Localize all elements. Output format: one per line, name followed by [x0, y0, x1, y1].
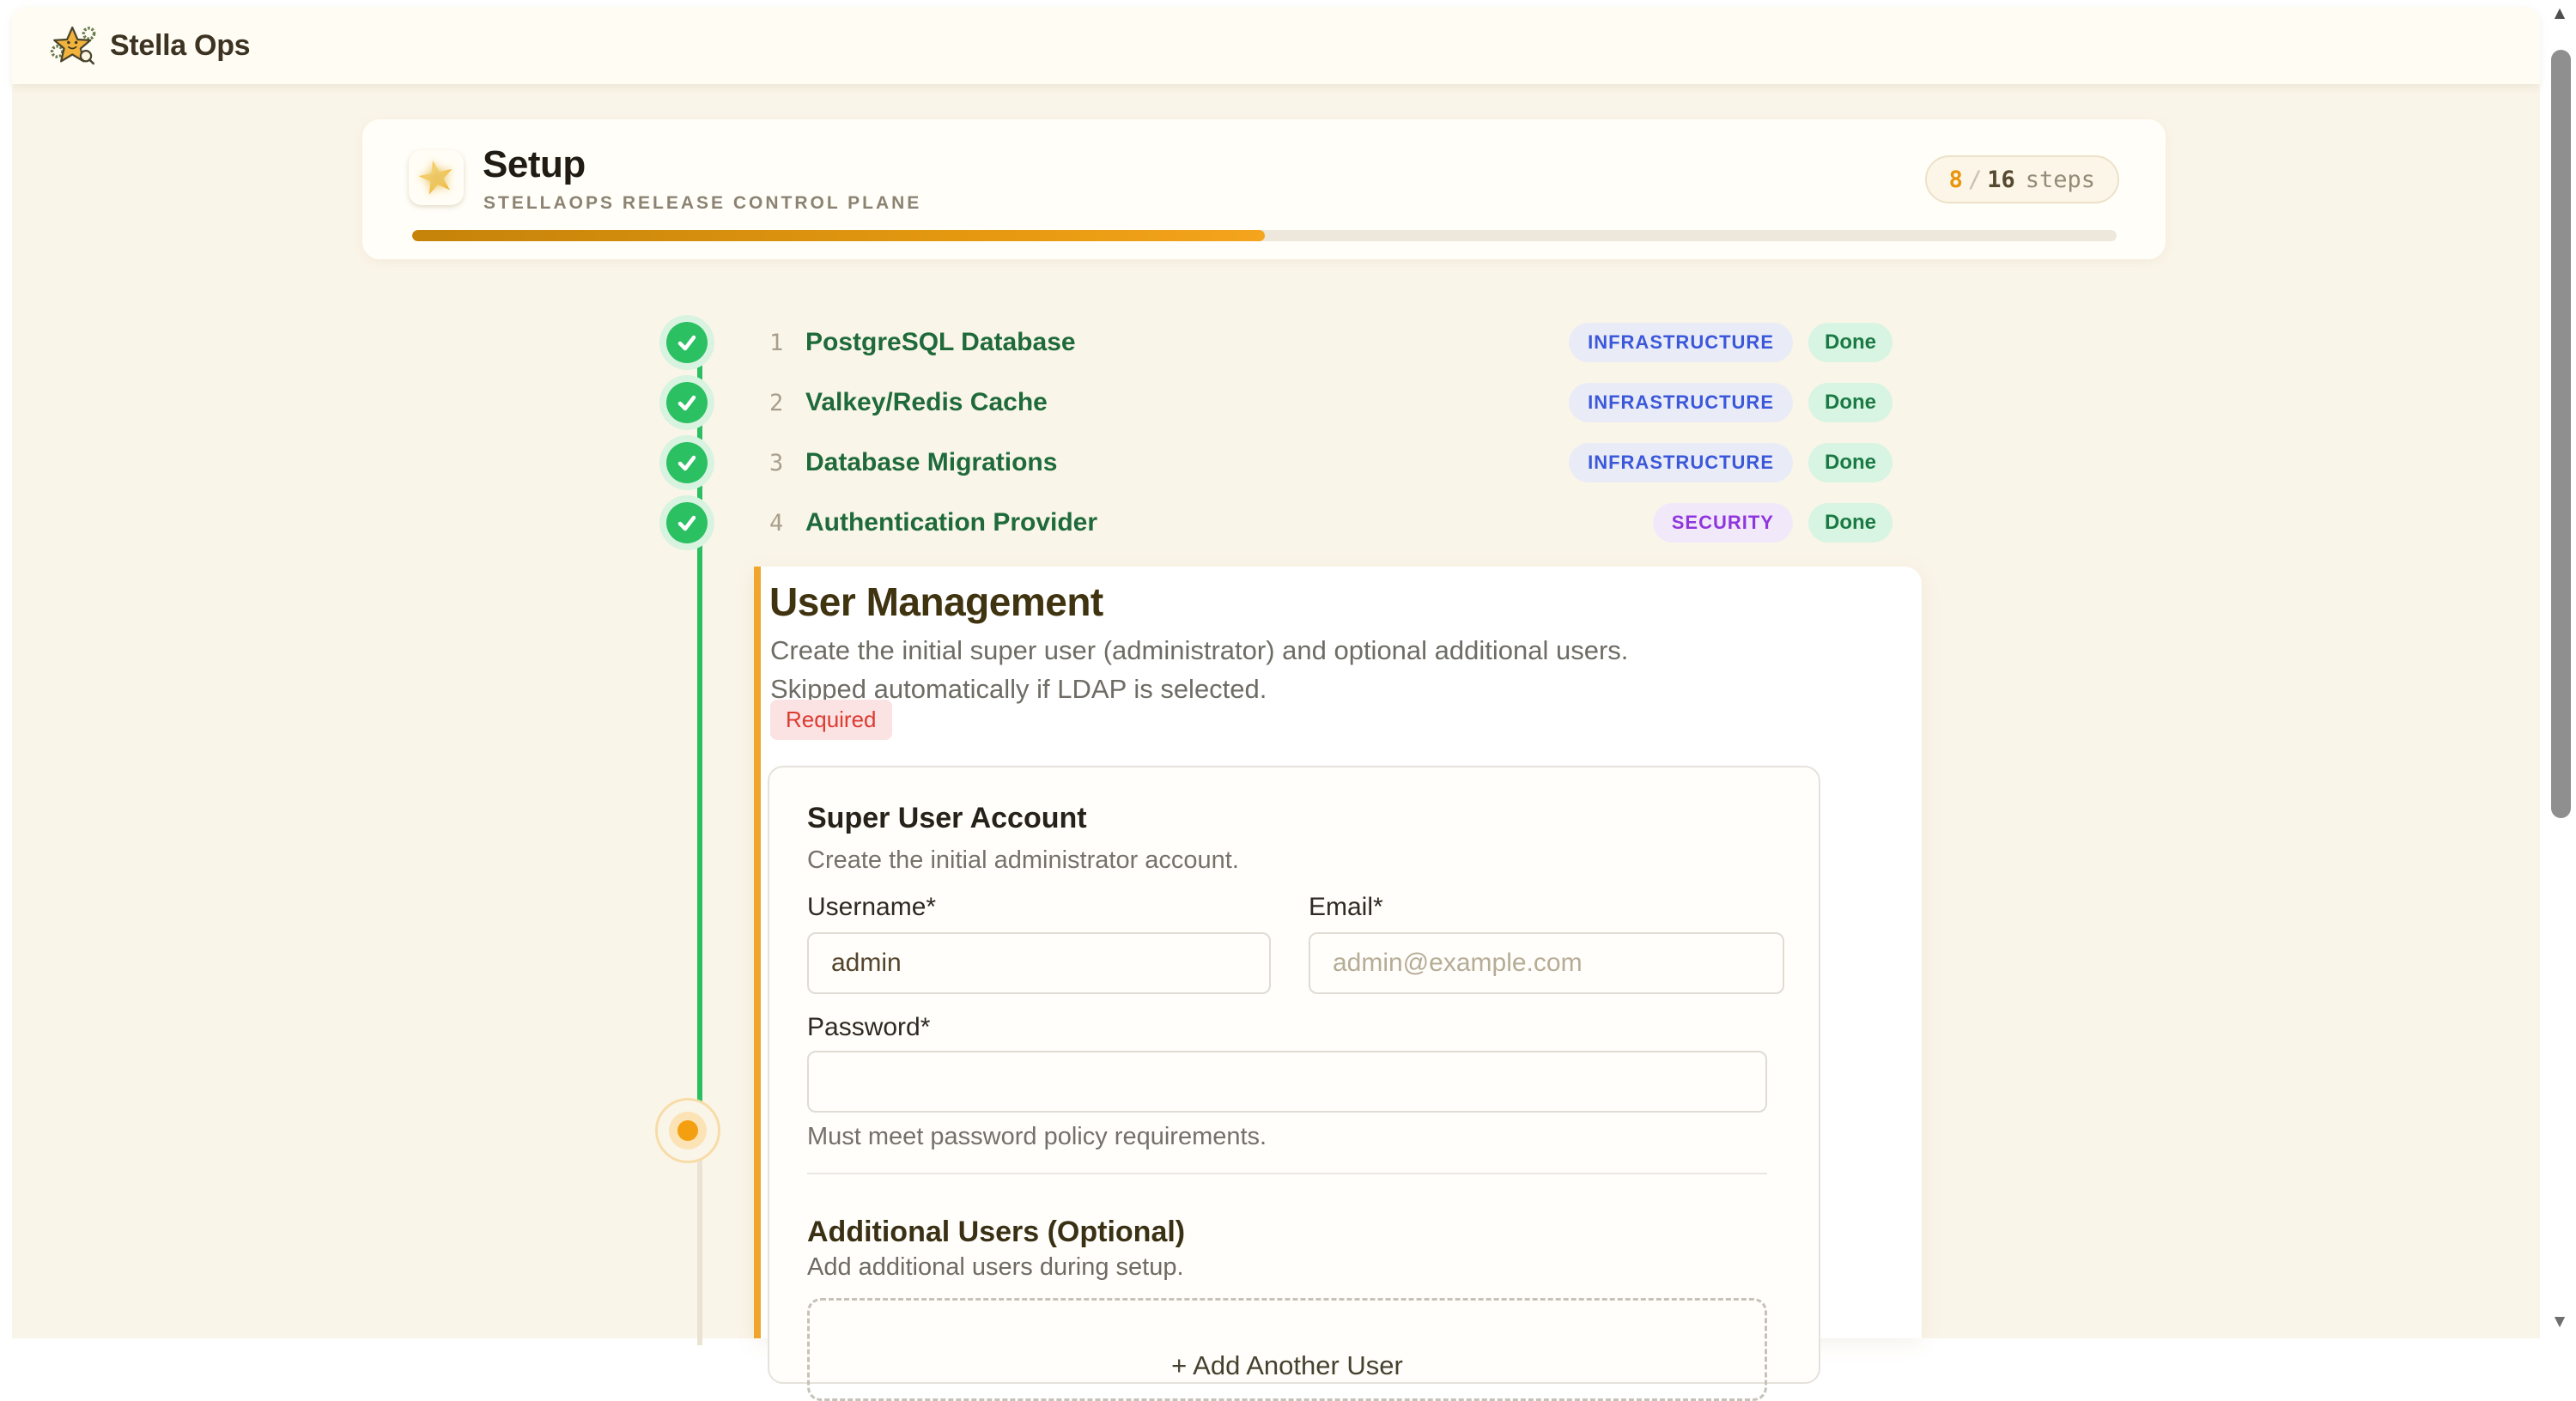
email-input[interactable] — [1309, 932, 1784, 994]
current-step-indicator-dot — [677, 1120, 698, 1141]
step-row-postgresql[interactable]: 1 PostgreSQL Database INFRASTRUCTURE Don… — [661, 317, 1898, 368]
username-label: Username* — [807, 893, 936, 922]
step-title: PostgreSQL Database — [805, 328, 1076, 357]
additional-users-title: Additional Users (Optional) — [807, 1216, 1185, 1249]
step-number: 2 — [769, 390, 795, 416]
status-badge: Done — [1808, 383, 1893, 422]
scrollbar-thumb[interactable] — [2551, 50, 2571, 818]
section-title: User Management — [769, 579, 1103, 625]
steps-done-count: 8 — [1949, 167, 1963, 193]
super-user-card: Super User Account Create the initial ad… — [768, 766, 1820, 1384]
stella-ops-star-logo-icon — [50, 24, 98, 67]
email-label: Email* — [1309, 893, 1383, 922]
category-badge: SECURITY — [1653, 503, 1793, 543]
check-circle-icon — [666, 382, 708, 423]
setup-progress-fill — [412, 230, 1265, 241]
steps-separator: / — [1968, 167, 1982, 193]
super-user-description: Create the initial administrator account… — [807, 846, 1239, 875]
section-description: Create the initial super user (administr… — [770, 632, 1732, 708]
scroll-up-arrow-icon[interactable]: ▲ — [2547, 3, 2573, 26]
section-divider — [807, 1173, 1767, 1174]
required-badge: Required — [770, 700, 892, 740]
page-title: Setup — [483, 143, 586, 186]
step-title: Authentication Provider — [805, 508, 1097, 537]
check-circle-icon — [666, 502, 708, 543]
password-input[interactable] — [807, 1051, 1767, 1113]
step-title: Valkey/Redis Cache — [805, 388, 1048, 417]
category-badge: INFRASTRUCTURE — [1569, 383, 1793, 422]
password-hint: Must meet password policy requirements. — [807, 1123, 1267, 1151]
step-row-auth-provider[interactable]: 4 Authentication Provider SECURITY Done — [661, 497, 1898, 549]
additional-users-description: Add additional users during setup. — [807, 1253, 1184, 1282]
setup-progress-bar — [412, 230, 2117, 241]
gold-star-icon: ★ — [412, 152, 460, 204]
step-row-valkey-redis[interactable]: 2 Valkey/Redis Cache INFRASTRUCTURE Done — [661, 377, 1898, 428]
category-badge: INFRASTRUCTURE — [1569, 443, 1793, 482]
category-badge: INFRASTRUCTURE — [1569, 323, 1793, 362]
super-user-title: Super User Account — [807, 802, 1087, 835]
step-number: 1 — [769, 330, 795, 356]
brand-title: Stella Ops — [110, 29, 250, 63]
check-circle-icon — [666, 442, 708, 483]
status-badge: Done — [1808, 443, 1893, 482]
add-another-user-button[interactable]: + Add Another User — [807, 1298, 1767, 1401]
status-badge: Done — [1808, 503, 1893, 543]
step-number: 4 — [769, 510, 795, 537]
step-row-db-migrations[interactable]: 3 Database Migrations INFRASTRUCTURE Don… — [661, 437, 1898, 488]
top-navigation-bar: Stella Ops — [12, 7, 2540, 84]
timeline-line-upcoming — [697, 1159, 702, 1345]
setup-header-card: ★ Setup STELLAOPS RELEASE CONTROL PLANE … — [362, 119, 2166, 259]
page-subtitle: STELLAOPS RELEASE CONTROL PLANE — [483, 193, 921, 214]
step-number: 3 — [769, 450, 795, 476]
step-title: Database Migrations — [805, 448, 1057, 477]
steps-suffix-label: steps — [2026, 167, 2095, 193]
setup-app-icon: ★ — [409, 150, 464, 205]
username-input[interactable] — [807, 932, 1271, 994]
check-circle-icon — [666, 322, 708, 363]
user-management-panel: User Management Create the initial super… — [754, 567, 1922, 1338]
scroll-down-arrow-icon[interactable]: ▼ — [2547, 1312, 2573, 1334]
steps-total-count: 16 — [1987, 167, 2015, 193]
steps-counter-badge: 8 / 16 steps — [1925, 155, 2119, 203]
password-label: Password* — [807, 1013, 930, 1042]
status-badge: Done — [1808, 323, 1893, 362]
